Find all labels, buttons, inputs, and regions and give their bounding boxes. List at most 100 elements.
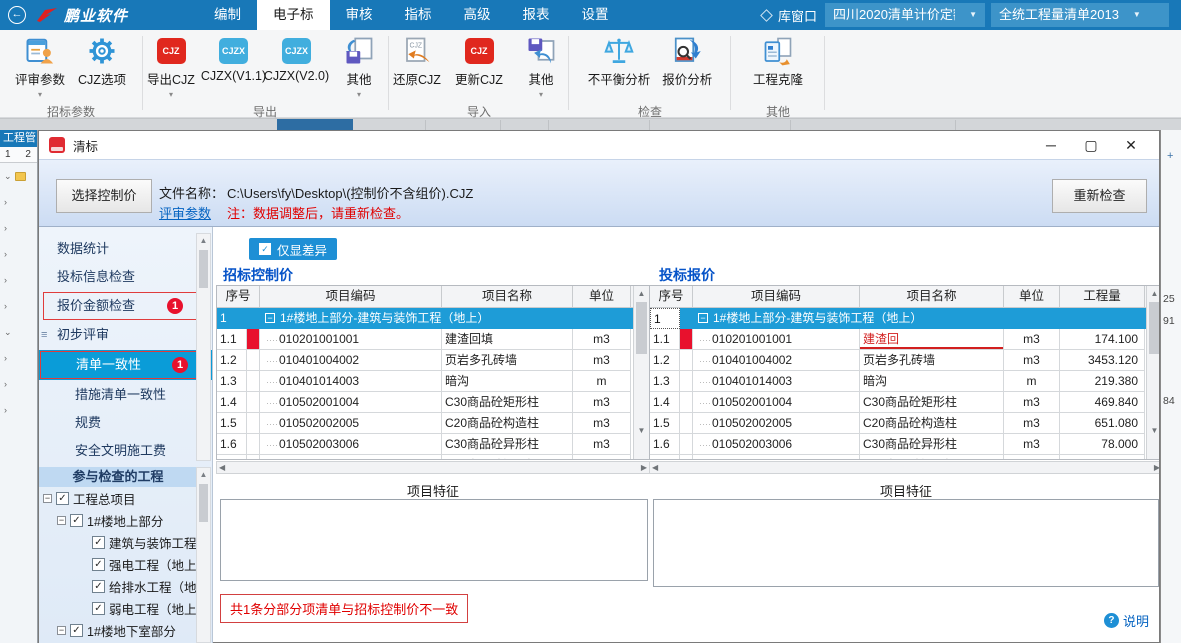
row-no[interactable]: 1.3 <box>650 371 680 392</box>
row-no[interactable]: 1 <box>217 308 247 329</box>
chevron-collapsed-icon[interactable]: › <box>4 353 7 363</box>
collapse-icon[interactable]: − <box>43 494 52 503</box>
row-no[interactable]: 1.6 <box>650 434 680 455</box>
item-code[interactable]: 010502002005 <box>260 413 442 434</box>
item-unit[interactable]: m3 <box>1004 413 1060 434</box>
sidebar-item[interactable]: 投标信息检查 <box>39 263 212 291</box>
scroll-left-icon[interactable]: ◀ <box>219 463 225 472</box>
chevron-collapsed-icon[interactable]: › <box>4 275 7 285</box>
item-code[interactable]: 010401014003 <box>260 371 442 392</box>
item-name[interactable]: C30商品砼矩形梁 <box>860 455 1004 459</box>
chevron-down-icon[interactable]: ▾ <box>357 90 361 99</box>
chevron-down-icon[interactable]: ▾ <box>38 90 42 99</box>
checkbox-icon[interactable]: ✓ <box>56 492 69 505</box>
chevron-collapsed-icon[interactable]: › <box>4 249 7 259</box>
item-code[interactable]: 010401014003 <box>693 371 860 392</box>
item-unit[interactable]: m <box>1004 371 1060 392</box>
item-name[interactable]: C30商品砼矩形梁 <box>442 455 573 459</box>
table-row[interactable]: 1.6010502003006C30商品砼异形柱m3 <box>217 434 649 455</box>
item-name[interactable]: 暗沟 <box>860 371 1004 392</box>
row-no[interactable]: 1.7 <box>217 455 247 459</box>
row-no[interactable]: 1.5 <box>217 413 247 434</box>
table-row[interactable]: 1.5010502002005C20商品砼构造柱m3651.080 <box>650 413 1159 434</box>
item-unit[interactable]: m3 <box>1004 350 1060 371</box>
item-name[interactable]: C20商品砼构造柱 <box>860 413 1004 434</box>
col-name[interactable]: 项目名称 <box>860 286 1004 307</box>
col-code[interactable]: 项目编码 <box>693 286 860 307</box>
col-unit[interactable]: 单位 <box>1004 286 1060 307</box>
tree-item[interactable]: −✓1#楼地上部分 <box>39 509 197 531</box>
item-name[interactable]: C20商品砼构造柱 <box>442 413 573 434</box>
collapse-icon[interactable]: − <box>57 626 66 635</box>
item-unit[interactable]: m3 <box>573 434 631 455</box>
table-row[interactable]: 1.3 010401014003暗沟m219.380 <box>650 371 1159 392</box>
table-hscrollbar[interactable]: ◀▶ <box>649 461 1159 474</box>
cjzx-v20-button[interactable]: CJZX CJZX(V2.0) <box>271 35 322 103</box>
sidebar-item[interactable]: 措施清单一致性 <box>39 381 212 409</box>
item-qty[interactable]: 219.380 <box>1060 371 1145 392</box>
quote-analysis-button[interactable]: 报价分析 <box>662 35 712 103</box>
item-code[interactable]: 010502001004 <box>260 392 442 413</box>
scroll-right-icon[interactable]: ▶ <box>1154 463 1159 472</box>
item-code[interactable]: 010502002005 <box>693 413 860 434</box>
export-other-button[interactable]: 其他 ▾ <box>334 35 384 103</box>
item-unit[interactable]: m3 <box>1004 329 1060 350</box>
item-qty[interactable]: 469.840 <box>1060 392 1145 413</box>
table-row[interactable]: 1.3010401014003暗沟m <box>217 371 649 392</box>
item-name[interactable]: 页岩多孔砖墙 <box>442 350 573 371</box>
imbalance-analysis-button[interactable]: 不平衡分析 <box>588 35 651 103</box>
item-name[interactable]: 暗沟 <box>442 371 573 392</box>
row-no[interactable]: 1 <box>650 308 680 329</box>
chevron-collapsed-icon[interactable]: › <box>4 301 7 311</box>
item-code[interactable]: 010201001001 <box>693 329 860 350</box>
chevron-collapsed-icon[interactable]: › <box>4 405 7 415</box>
item-code[interactable]: 010401004002 <box>693 350 860 371</box>
item-code[interactable]: 010502001004 <box>693 392 860 413</box>
scroll-up-icon[interactable]: ▲ <box>634 286 649 301</box>
item-unit[interactable]: m3 <box>573 413 631 434</box>
tree-item[interactable]: ✓建筑与装饰工程（地上） <box>39 531 197 553</box>
table-row[interactable]: 1.4010502001004C30商品砼矩形柱m3 <box>217 392 649 413</box>
item-unit[interactable]: m3 <box>1004 434 1060 455</box>
item-code[interactable]: 010502003007 <box>693 455 860 459</box>
item-name[interactable]: C30商品砼异形柱 <box>442 434 573 455</box>
table-row[interactable]: 1.7010502003007C30商品砼矩形梁m330.530 <box>650 455 1159 459</box>
item-qty[interactable]: 30.530 <box>1060 455 1145 459</box>
row-no[interactable]: 1.6 <box>217 434 247 455</box>
menu-bianzhi[interactable]: 编制 <box>198 0 257 30</box>
tree-scrollbar[interactable]: ▲ <box>196 467 211 643</box>
sidebar-item[interactable]: 安全文明施工费 <box>39 437 212 465</box>
sidebar-scrollbar[interactable]: ▲ ▼ <box>196 233 211 461</box>
item-qty[interactable]: 78.000 <box>1060 434 1145 455</box>
dialog-title-bar[interactable]: 清标 ─ ▢ ✕ <box>39 131 1159 159</box>
col-unit[interactable]: 单位 <box>573 286 631 307</box>
sidebar-item[interactable]: ≡初步评审 <box>39 321 212 349</box>
menu-dianzibiao[interactable]: 电子标 <box>257 0 330 30</box>
collapse-icon[interactable]: ≡ <box>41 321 47 349</box>
scroll-down-icon[interactable]: ▼ <box>634 423 649 438</box>
collapse-icon[interactable]: − <box>57 516 66 525</box>
close-icon[interactable]: ✕ <box>1111 131 1151 159</box>
recheck-button[interactable]: 重新检查 <box>1052 179 1147 213</box>
checkbox-icon[interactable]: ✓ <box>92 558 105 571</box>
choose-control-price-button[interactable]: 选择控制价 <box>56 179 152 213</box>
project-clone-button[interactable]: 工程克隆 <box>753 35 803 103</box>
table-vscrollbar[interactable]: ▲ ▼ <box>633 286 649 459</box>
menu-shenhe[interactable]: 审核 <box>330 0 389 30</box>
item-unit[interactable]: m3 <box>1004 455 1060 459</box>
checkbox-icon[interactable]: ✓ <box>70 624 83 637</box>
chevron-collapsed-icon[interactable]: › <box>4 379 7 389</box>
item-name[interactable]: C30商品砼异形柱 <box>860 434 1004 455</box>
item-code[interactable]: 010502003007 <box>260 455 442 459</box>
col-name[interactable]: 项目名称 <box>442 286 573 307</box>
tree-item[interactable]: ✓强电工程（地上） <box>39 553 197 575</box>
row-no[interactable]: 1.1 <box>650 329 680 350</box>
checkbox-icon[interactable]: ✓ <box>92 536 105 549</box>
item-name[interactable]: 建渣回 <box>860 329 1004 350</box>
collapse-icon[interactable]: − <box>265 313 275 323</box>
row-no[interactable]: 1.3 <box>217 371 247 392</box>
collapse-icon[interactable]: − <box>698 313 708 323</box>
chevron-collapsed-icon[interactable]: › <box>4 197 7 207</box>
row-no[interactable]: 1.2 <box>650 350 680 371</box>
quota-dropdown[interactable]: 四川2020清单计价定额▼ <box>825 3 985 27</box>
